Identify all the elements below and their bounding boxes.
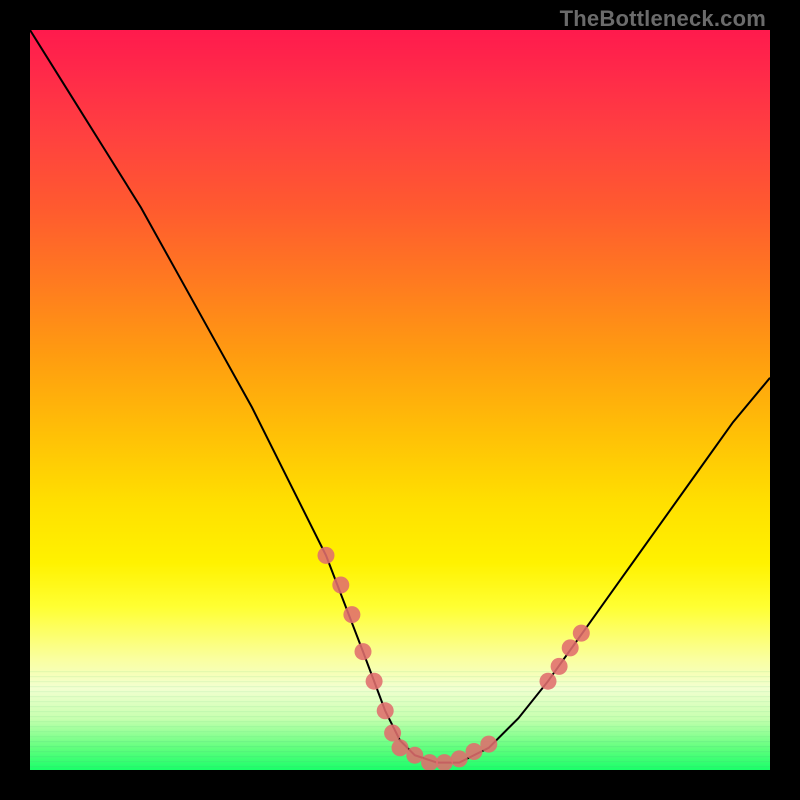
highlight-dot <box>573 625 590 642</box>
stripe-band <box>30 766 770 767</box>
stripe-band <box>30 711 770 712</box>
highlight-dot <box>377 702 394 719</box>
stripe-band <box>30 686 770 687</box>
highlight-dot <box>480 736 497 753</box>
highlight-dot <box>551 658 568 675</box>
bottleneck-curve <box>30 30 770 763</box>
curve-layer <box>30 30 770 770</box>
highlight-dot <box>466 743 483 760</box>
stripe-band <box>30 701 770 702</box>
highlight-dot <box>332 577 349 594</box>
chart-frame: TheBottleneck.com <box>0 0 800 800</box>
stripe-band <box>30 721 770 722</box>
highlight-dot <box>366 673 383 690</box>
stripe-band <box>30 681 770 682</box>
highlight-dot <box>355 643 372 660</box>
highlight-dot <box>318 547 335 564</box>
stripe-band <box>30 691 770 692</box>
stripe-band <box>30 696 770 697</box>
highlight-dot <box>562 639 579 656</box>
highlight-dot <box>343 606 360 623</box>
highlight-dot <box>392 739 409 756</box>
stripe-band <box>30 726 770 727</box>
stripe-band <box>30 671 770 672</box>
highlight-dot <box>406 747 423 764</box>
watermark-text: TheBottleneck.com <box>560 6 766 32</box>
stripe-band <box>30 716 770 717</box>
highlight-dot <box>451 750 468 767</box>
stripe-band <box>30 761 770 762</box>
highlight-dot <box>540 673 557 690</box>
stripe-band <box>30 706 770 707</box>
highlight-dot <box>384 725 401 742</box>
stripe-band <box>30 676 770 677</box>
plot-area <box>30 30 770 770</box>
